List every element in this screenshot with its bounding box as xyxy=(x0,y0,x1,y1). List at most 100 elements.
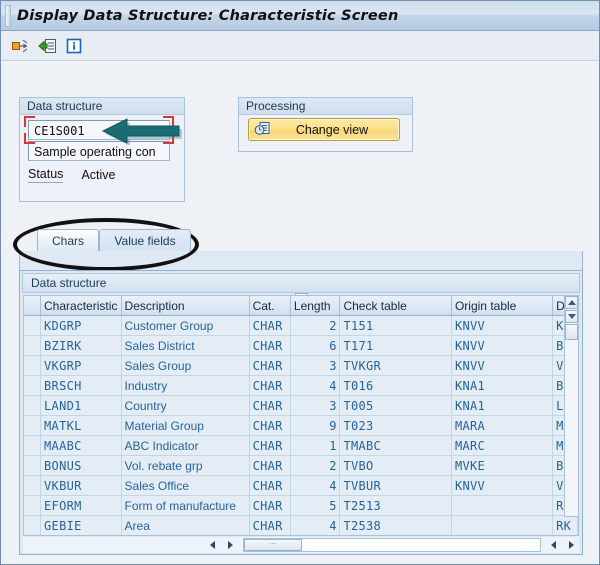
tab-chars[interactable]: Chars xyxy=(37,229,99,251)
cell-cat: CHAR xyxy=(249,355,291,376)
cell-dc: RK xyxy=(552,515,578,535)
cell-description: Sales Group xyxy=(121,355,250,376)
scroll-down-arrow[interactable] xyxy=(565,310,578,323)
cell-description: Country xyxy=(121,395,250,416)
cell-cat: CHAR xyxy=(249,475,291,496)
cell-characteristic: MAABC xyxy=(40,435,122,456)
table-row[interactable]: VKGRPSales GroupCHAR3TVKGRKNVVVK xyxy=(24,355,578,376)
grid-vertical-scrollbar[interactable] xyxy=(564,295,579,517)
cell-check-table: T2538 xyxy=(339,515,452,535)
other-object-icon[interactable] xyxy=(10,36,30,56)
grid-horizontal-scrollbar[interactable]: ⋯ xyxy=(23,537,579,553)
info-icon[interactable] xyxy=(64,36,84,56)
cell-length: 3 xyxy=(290,355,341,376)
cell-characteristic: BZIRK xyxy=(40,335,122,356)
table-row[interactable]: KDGRPCustomer GroupCHAR2T151KNVVKD xyxy=(24,315,578,336)
display-change-icon[interactable] xyxy=(37,36,57,56)
cell-cat: CHAR xyxy=(249,375,291,396)
cell-check-table: T2513 xyxy=(339,495,452,516)
row-selector[interactable] xyxy=(24,475,42,496)
tab-strip: Chars Value fields xyxy=(19,229,583,251)
row-selector[interactable] xyxy=(24,355,42,376)
cell-cat: CHAR xyxy=(249,515,291,535)
row-selector[interactable] xyxy=(24,495,42,516)
status-label: Status xyxy=(28,167,64,183)
page-title: Display Data Structure: Characteristic S… xyxy=(17,7,399,24)
cell-characteristic: BRSCH xyxy=(40,375,122,396)
cell-origin-table: KNA1 xyxy=(451,375,554,396)
cell-description: Industry xyxy=(121,375,250,396)
cell-length: 3 xyxy=(290,395,341,416)
table-row[interactable]: EFORMForm of manufactureCHAR5T2513RK xyxy=(24,495,578,516)
column-header-cat[interactable]: Cat. xyxy=(249,296,291,316)
cell-description: Sales District xyxy=(121,335,250,356)
cell-length: 4 xyxy=(290,475,341,496)
row-selector[interactable] xyxy=(24,315,42,336)
cell-check-table: TVBO xyxy=(339,455,452,476)
cell-description: Vol. rebate grp xyxy=(121,455,250,476)
cell-description: Form of manufacture xyxy=(121,495,250,516)
cell-origin-table: KNVV xyxy=(451,355,554,376)
cell-characteristic: MATKL xyxy=(40,415,122,436)
table-row[interactable]: MAABCABC IndicatorCHAR1TMABCMARCMA xyxy=(24,435,578,456)
cell-length: 9 xyxy=(290,415,341,436)
cell-characteristic: EFORM xyxy=(40,495,122,516)
cell-length: 2 xyxy=(290,315,341,336)
cell-characteristic: BONUS xyxy=(40,455,122,476)
cell-characteristic: GEBIE xyxy=(40,515,122,535)
horizontal-scroll-thumb[interactable]: ⋯ xyxy=(244,539,302,551)
cell-origin-table xyxy=(451,515,554,535)
column-header-description[interactable]: Description xyxy=(121,296,250,316)
status-row: Status Active xyxy=(28,166,178,184)
row-selector[interactable] xyxy=(24,395,42,416)
row-selector[interactable] xyxy=(24,455,42,476)
table-row[interactable]: BZIRKSales DistrictCHAR6T171KNVVBZ xyxy=(24,335,578,356)
cell-check-table: T016 xyxy=(339,375,452,396)
scroll-right-arrow[interactable] xyxy=(223,538,238,552)
column-header-characteristic[interactable]: Characteristic xyxy=(40,296,122,316)
scroll-left-arrow-end[interactable] xyxy=(546,538,561,552)
data-structure-name-input[interactable]: CE1S001 xyxy=(28,120,170,140)
cell-check-table: TVKGR xyxy=(339,355,452,376)
row-selector[interactable] xyxy=(24,335,42,356)
cell-cat: CHAR xyxy=(249,495,291,516)
horizontal-scroll-track[interactable]: ⋯ xyxy=(243,538,541,552)
cell-cat: CHAR xyxy=(249,415,291,436)
scroll-left-arrow[interactable] xyxy=(205,538,220,552)
column-header-origin-table[interactable]: Origin table xyxy=(451,296,554,316)
column-header-length[interactable]: Length xyxy=(290,296,341,316)
row-selector[interactable] xyxy=(24,415,42,436)
row-selector[interactable] xyxy=(24,375,42,396)
table-row[interactable]: BRSCHIndustryCHAR4T016KNA1BR xyxy=(24,375,578,396)
cell-origin-table: KNVV xyxy=(451,335,554,356)
cell-cat: CHAR xyxy=(249,435,291,456)
table-row[interactable]: MATKLMaterial GroupCHAR9T023MARAMA xyxy=(24,415,578,436)
column-header-check-table[interactable]: Check table xyxy=(339,296,452,316)
cell-origin-table: MVKE xyxy=(451,455,554,476)
row-selector[interactable] xyxy=(24,515,42,535)
table-row[interactable]: VKBURSales OfficeCHAR4TVBURKNVVVK xyxy=(24,475,578,496)
change-view-button[interactable]: Change view xyxy=(248,118,400,141)
data-grid: Data structure Characteristic Descriptio… xyxy=(19,270,583,555)
table-row[interactable]: BONUSVol. rebate grpCHAR2TVBOMVKEBO xyxy=(24,455,578,476)
window-grip xyxy=(5,5,11,27)
processing-legend: Processing xyxy=(239,98,412,115)
data-structure-legend: Data structure xyxy=(20,98,184,115)
cell-length: 4 xyxy=(290,515,341,535)
vertical-scroll-thumb[interactable] xyxy=(565,324,578,340)
cell-cat: CHAR xyxy=(249,335,291,356)
table-row[interactable]: LAND1CountryCHAR3T005KNA1LA xyxy=(24,395,578,416)
scroll-right-arrow-end[interactable] xyxy=(564,538,579,552)
tab-value-fields[interactable]: Value fields xyxy=(99,229,191,251)
select-all-header[interactable] xyxy=(24,296,42,316)
cell-check-table: T023 xyxy=(339,415,452,436)
application-toolbar xyxy=(1,31,599,61)
cell-origin-table: KNA1 xyxy=(451,395,554,416)
cell-description: Customer Group xyxy=(121,315,250,336)
table-row[interactable]: GEBIE Area CHAR 4 T2538 RK xyxy=(24,515,578,535)
grid-title: Data structure xyxy=(22,273,580,293)
row-selector[interactable] xyxy=(24,435,42,456)
table-body: KDGRPCustomer GroupCHAR2T151KNVVKDBZIRKS… xyxy=(24,315,578,535)
cell-characteristic: VKBUR xyxy=(40,475,122,496)
scroll-up-arrow[interactable] xyxy=(565,296,578,309)
